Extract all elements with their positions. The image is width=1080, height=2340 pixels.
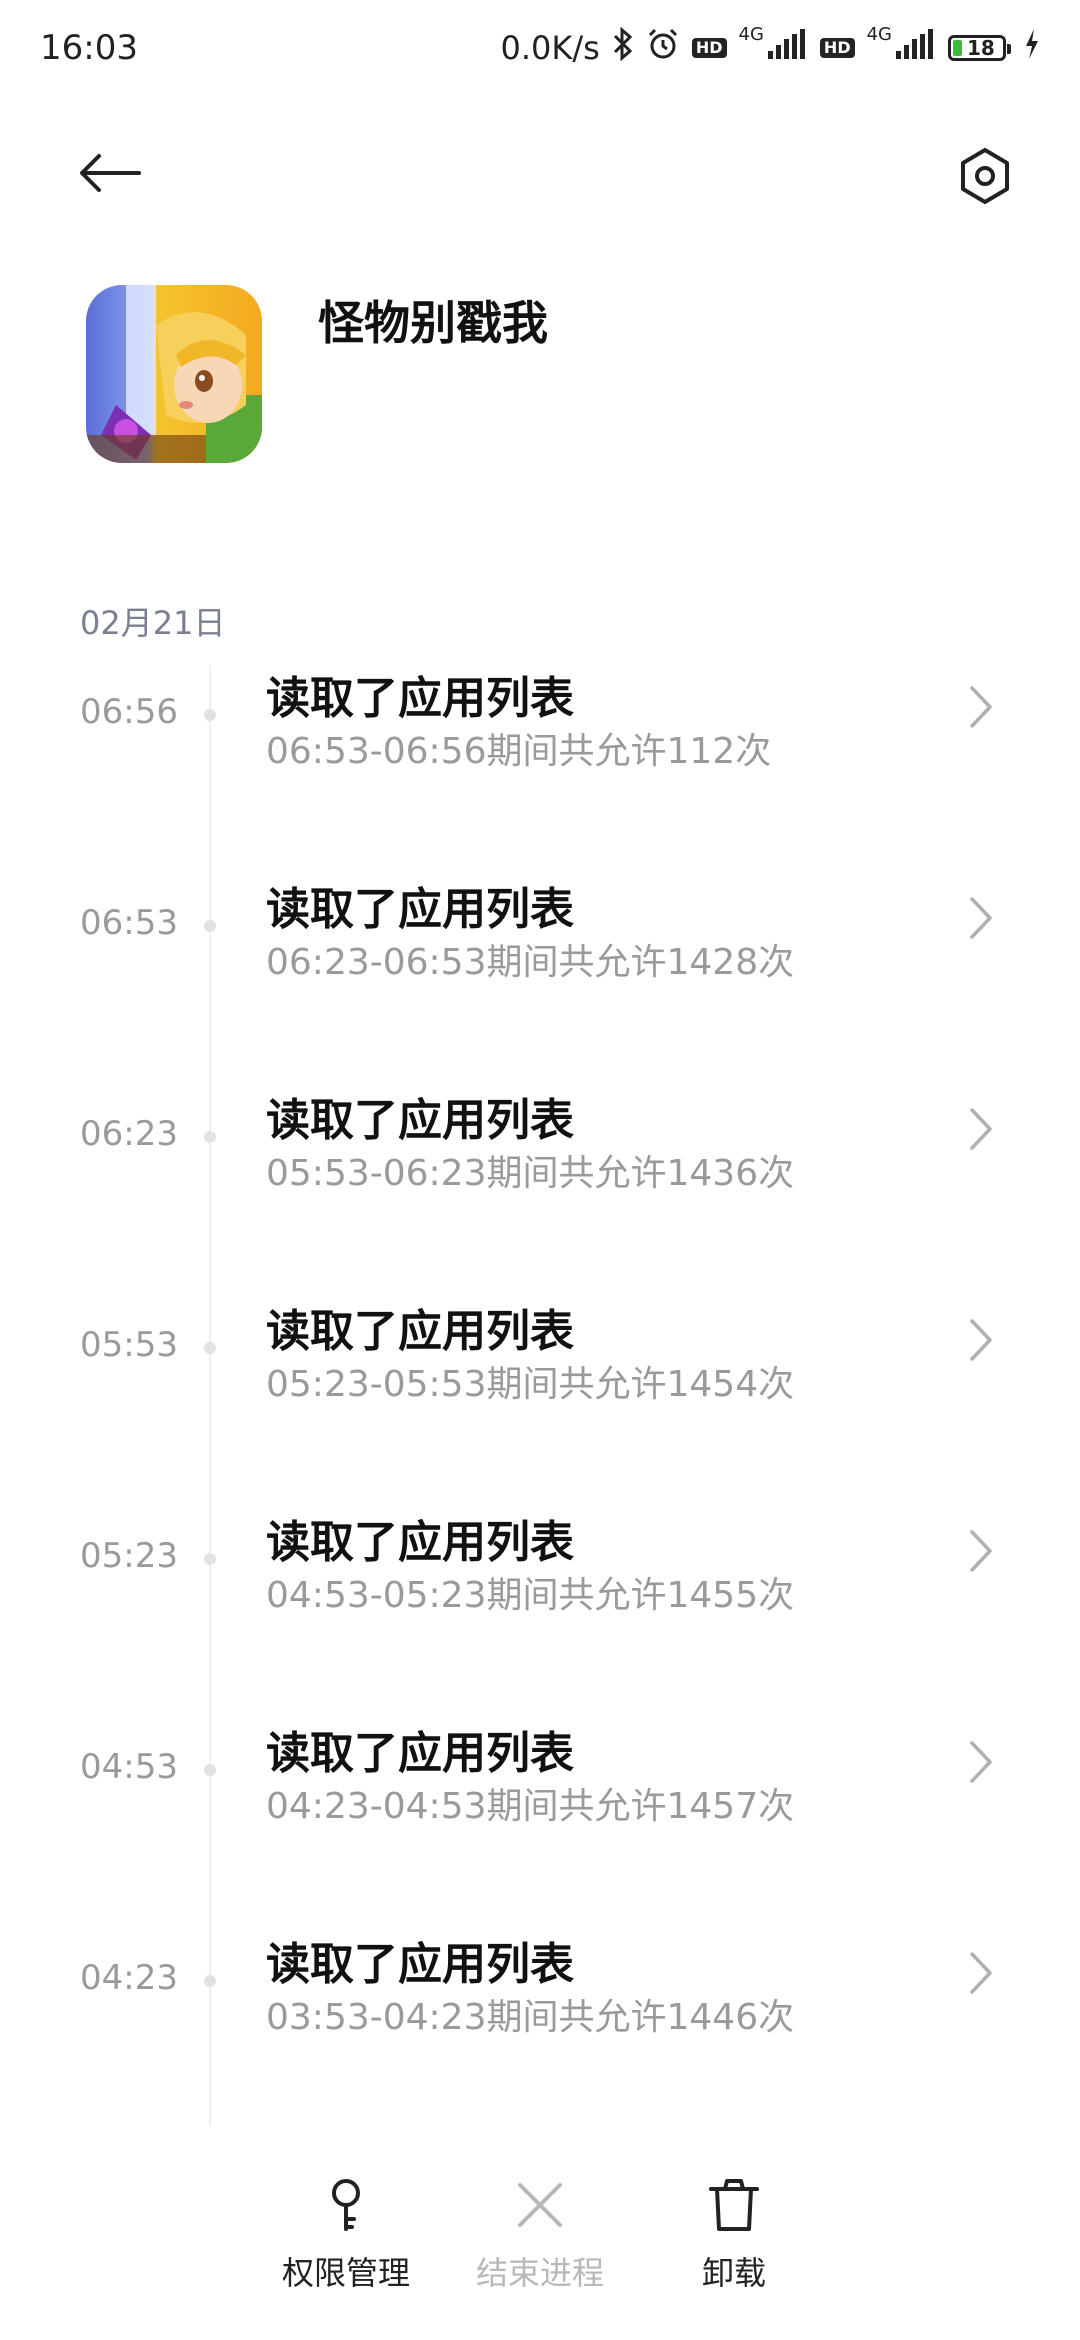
chevron-right-icon [968, 1950, 994, 2000]
entry-time: 06:56 [80, 692, 178, 732]
entry-detail: 06:23-06:53期间共允许1428次 [266, 942, 795, 983]
entry-title: 读取了应用列表 [266, 1095, 574, 1146]
timeline-entry[interactable]: 06:23 读取了应用列表 05:53-06:23期间共允许1436次 [0, 1084, 1080, 1274]
entry-title: 读取了应用列表 [266, 1728, 574, 1779]
app-header: 怪物别戳我 [86, 285, 1006, 465]
signal-icon [767, 29, 808, 67]
timeline-dot [204, 709, 216, 721]
timeline-dot [204, 1553, 216, 1565]
back-arrow-icon [79, 153, 141, 197]
timeline-entry[interactable]: 05:23 读取了应用列表 04:53-05:23期间共允许1455次 [0, 1506, 1080, 1696]
chevron-right-icon [968, 1317, 994, 1367]
status-icons: 0.0K/s HD 4G HD 4G 18 [500, 23, 1040, 69]
chevron-right-icon [968, 1106, 994, 1156]
entry-time: 06:23 [80, 1114, 178, 1154]
entry-title: 读取了应用列表 [266, 884, 574, 935]
timeline-entry[interactable]: 04:23 读取了应用列表 03:53-04:23期间共允许1446次 [0, 1928, 1080, 2118]
permissions-label: 权限管理 [281, 2254, 410, 2292]
entry-detail: 05:23-05:53期间共允许1454次 [266, 1364, 795, 1405]
status-bar: 16:03 0.0K/s HD 4G HD 4G 18 [0, 0, 1080, 96]
status-time: 16:03 [40, 28, 138, 68]
alarm-icon [646, 27, 680, 69]
timeline-dot [204, 1342, 216, 1354]
entry-title: 读取了应用列表 [266, 1517, 574, 1568]
bottom-action-bar: 权限管理 结束进程 卸载 [0, 2160, 1080, 2320]
hd-icon-2: HD [819, 38, 855, 58]
timeline-date: 02月21日 [80, 604, 226, 642]
entry-detail: 04:23-04:53期间共允许1457次 [266, 1786, 795, 1827]
entry-time: 05:53 [80, 1325, 178, 1365]
entry-title: 读取了应用列表 [266, 1306, 574, 1357]
chevron-right-icon [968, 1528, 994, 1578]
permissions-button[interactable]: 权限管理 [246, 2170, 446, 2310]
entry-detail: 03:53-04:23期间共允许1446次 [266, 1997, 795, 2038]
entry-detail: 05:53-06:23期间共允许1436次 [266, 1153, 795, 1194]
charging-icon [1024, 29, 1040, 67]
network-type-label: 4G [738, 23, 764, 45]
network-type-label-2: 4G [866, 23, 892, 45]
chevron-right-icon [968, 1739, 994, 1789]
bluetooth-icon [612, 26, 634, 69]
timeline-entry[interactable]: 05:53 读取了应用列表 05:23-05:53期间共允许1454次 [0, 1295, 1080, 1485]
uninstall-label: 卸载 [701, 2254, 766, 2292]
settings-button[interactable] [945, 138, 1025, 218]
entry-detail: 06:53-06:56期间共允许112次 [266, 731, 772, 772]
uninstall-button[interactable]: 卸载 [634, 2170, 834, 2310]
timeline-entry[interactable]: 06:53 读取了应用列表 06:23-06:53期间共允许1428次 [0, 873, 1080, 1063]
app-icon [86, 285, 262, 463]
settings-gear-icon [955, 146, 1015, 210]
chevron-right-icon [968, 895, 994, 945]
entry-title: 读取了应用列表 [266, 673, 574, 724]
entry-title: 读取了应用列表 [266, 1939, 574, 1990]
entry-detail: 04:53-05:23期间共允许1455次 [266, 1575, 795, 1616]
close-x-icon [440, 2170, 640, 2240]
end-process-label: 结束进程 [475, 2254, 604, 2292]
hd-icon: HD [691, 38, 727, 58]
entry-time: 05:23 [80, 1536, 178, 1576]
battery-level: 18 [967, 36, 995, 60]
battery-icon: 18 [948, 35, 1011, 61]
top-bar [0, 120, 1080, 230]
signal-icon-2 [896, 29, 936, 67]
entry-time: 06:53 [80, 903, 178, 943]
trash-icon [634, 2170, 834, 2240]
end-process-button[interactable]: 结束进程 [440, 2170, 640, 2310]
timeline-dot [204, 1131, 216, 1143]
entry-time: 04:53 [80, 1747, 178, 1787]
network-speed: 0.0K/s [500, 29, 600, 67]
entry-time: 04:23 [80, 1958, 178, 1998]
timeline-entry[interactable]: 06:56 读取了应用列表 06:53-06:56期间共允许112次 [0, 662, 1080, 852]
battery-fill [953, 40, 962, 56]
key-icon [246, 2170, 446, 2240]
timeline-dot [204, 1975, 216, 1987]
timeline-dot [204, 920, 216, 932]
back-button[interactable] [70, 145, 150, 205]
app-name: 怪物别戳我 [318, 296, 548, 350]
chevron-right-icon [968, 684, 994, 734]
timeline-entry[interactable]: 04:53 读取了应用列表 04:23-04:53期间共允许1457次 [0, 1717, 1080, 1907]
timeline-dot [204, 1764, 216, 1776]
